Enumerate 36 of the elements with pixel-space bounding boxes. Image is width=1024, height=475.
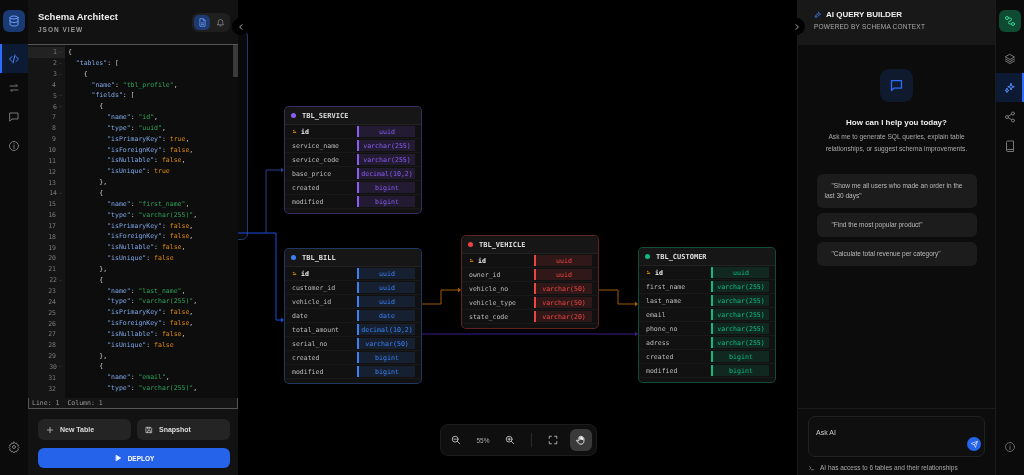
welcome-heading: How can I help you today? [846, 118, 947, 127]
view-toggle-button[interactable] [194, 14, 210, 30]
route-icon [1004, 15, 1016, 27]
file-icon [197, 17, 207, 27]
chat-icon [889, 78, 904, 93]
zoom-in-icon [505, 435, 515, 445]
settings-icon [8, 440, 20, 453]
sparkles-icon [814, 10, 822, 19]
info-icon [8, 139, 20, 152]
code-editor[interactable] [28, 45, 238, 398]
save-icon [145, 425, 153, 434]
terminal-icon [808, 464, 815, 471]
panel-title: Schema Architect [38, 11, 118, 22]
book-icon [1004, 139, 1016, 152]
connector-arrow [421, 287, 461, 305]
connector-arrow [598, 289, 638, 307]
info-icon [1004, 440, 1016, 453]
database-icon [8, 15, 20, 27]
play-icon [113, 454, 122, 462]
layers-icon [1004, 52, 1016, 65]
code-icon [8, 52, 20, 65]
scrollbar-thumb[interactable] [233, 45, 238, 77]
pan-tool-button[interactable] [570, 429, 592, 451]
chevron-left-icon [236, 22, 245, 31]
swap-arrows-icon [8, 81, 20, 94]
chat-icon [8, 110, 20, 123]
plus-icon [46, 425, 54, 434]
hand-icon [576, 435, 586, 445]
sparkles-icon [1004, 81, 1016, 94]
zoom-out-icon [451, 435, 461, 445]
chevron-right-icon [792, 22, 801, 31]
bell-icon [215, 17, 225, 27]
share-icon [1004, 110, 1016, 123]
panel-title: AI QUERY BUILDER [826, 10, 902, 19]
fit-screen-icon [548, 435, 558, 445]
send-icon [970, 440, 978, 448]
